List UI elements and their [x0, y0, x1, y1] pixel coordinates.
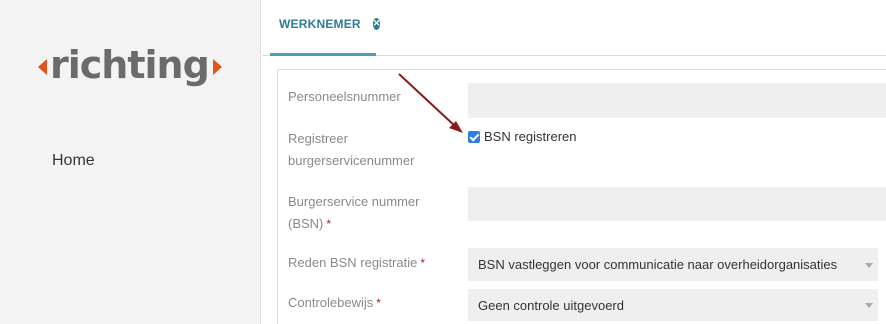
bsn-registreren-checkbox[interactable]	[468, 130, 480, 143]
tab-werknemer[interactable]: WERKNEMER ✕	[270, 0, 381, 56]
reden-bsn-selected-value: BSN vastleggen voor communicatie naar ov…	[478, 257, 838, 272]
nav-item-home[interactable]: Home	[52, 152, 95, 170]
logo-text: richting	[50, 43, 210, 87]
chevron-down-icon[interactable]	[865, 262, 873, 268]
bsn-registreren-option[interactable]: BSN registreren	[468, 129, 576, 144]
bsn-input[interactable]	[468, 187, 886, 221]
registreer-bsn-label: Registreer burgerservicenummer	[288, 128, 414, 172]
required-marker: *	[376, 296, 381, 310]
required-marker: *	[326, 217, 332, 231]
bsn-registreren-label[interactable]: BSN registreren	[484, 129, 576, 144]
registreer-bsn-label-line2: burgerservicenummer	[288, 153, 415, 168]
chevron-down-icon[interactable]	[865, 303, 873, 308]
controlebewijs-select[interactable]: Geen controle uitgevoerd	[468, 289, 878, 321]
reden-bsn-label-text: Reden BSN registratie	[288, 255, 418, 270]
controlebewijs-selected-value: Geen controle uitgevoerd	[478, 297, 624, 313]
logo-right-arrow-icon	[212, 59, 222, 75]
required-marker: *	[420, 256, 426, 270]
reden-bsn-label: Reden BSN registratie *	[288, 252, 425, 274]
bsn-label: Burgerservice nummer (BSN) *	[288, 191, 420, 235]
personeelsnummer-input[interactable]	[468, 83, 886, 118]
logo-left-arrow-icon	[38, 59, 47, 75]
close-circle-icon[interactable]: ✕	[372, 17, 381, 30]
richting-logo[interactable]: richting	[38, 46, 222, 84]
personeelsnummer-label: Personeelsnummer	[288, 89, 401, 104]
controlebewijs-label: Controlebewijs *	[288, 292, 381, 314]
registreer-bsn-label-line1: Registreer	[288, 131, 348, 146]
tab-bar: WERKNEMER ✕	[262, 0, 886, 56]
bsn-label-line2: (BSN)	[288, 216, 324, 231]
tab-label: WERKNEMER	[279, 16, 361, 31]
reden-bsn-select[interactable]: BSN vastleggen voor communicatie naar ov…	[468, 248, 878, 281]
controlebewijs-label-text: Controlebewijs	[288, 295, 374, 310]
sidebar: richting Home	[0, 0, 261, 324]
bsn-label-line1: Burgerservice nummer	[288, 194, 420, 209]
